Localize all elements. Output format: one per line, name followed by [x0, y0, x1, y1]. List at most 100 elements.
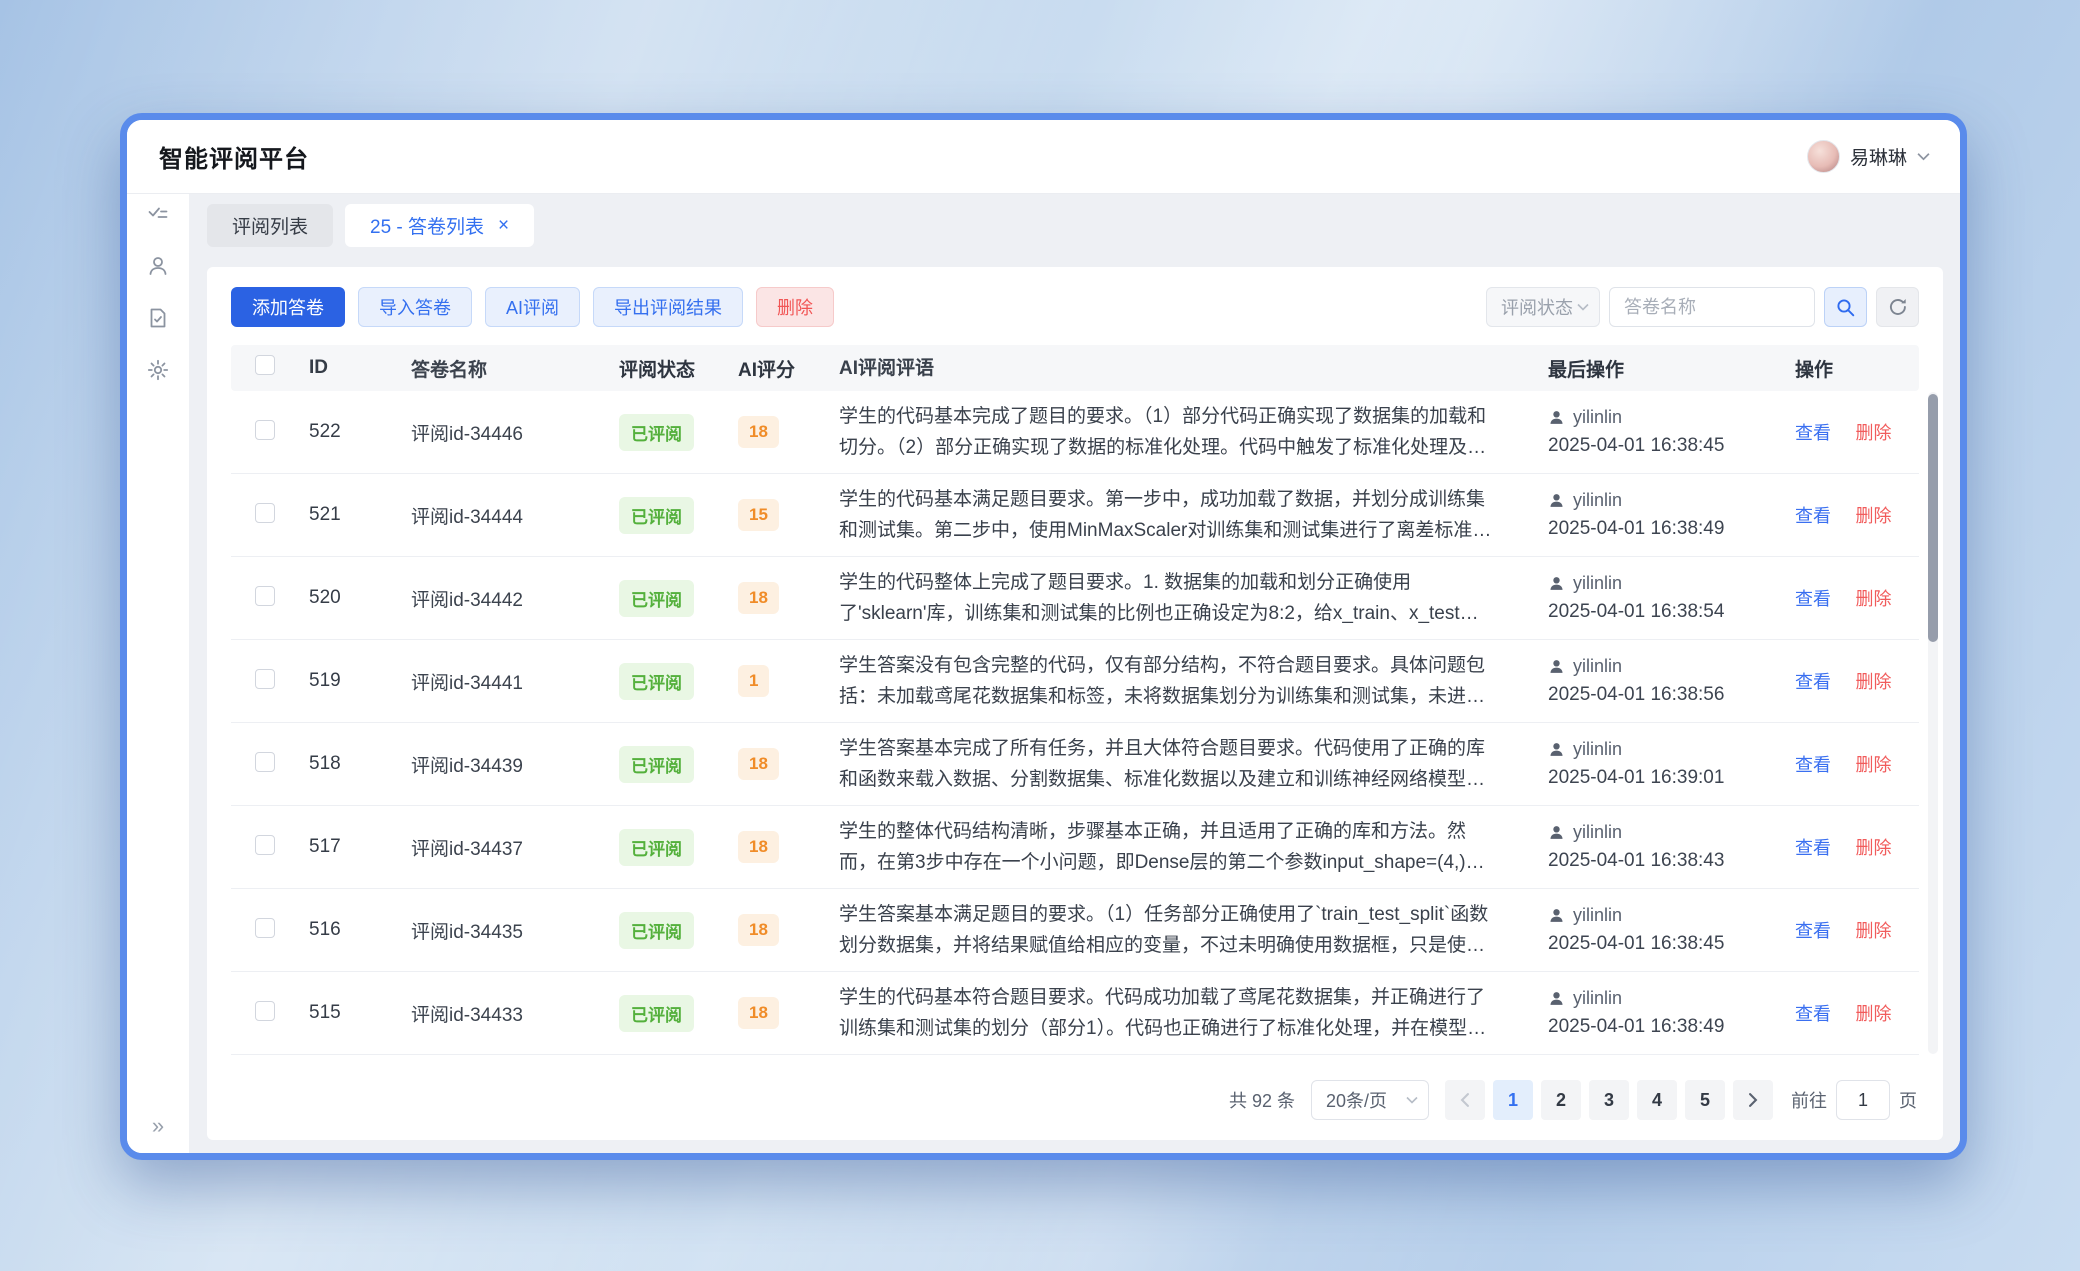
view-link[interactable]: 查看	[1795, 506, 1831, 526]
view-link[interactable]: 查看	[1795, 755, 1831, 775]
import-answer-button[interactable]: 导入答卷	[358, 287, 472, 327]
person-icon	[1548, 409, 1565, 426]
sidebar-collapse-button[interactable]: »	[127, 1113, 189, 1139]
ai-review-button[interactable]: AI评阅	[485, 287, 580, 327]
row-checkbox[interactable]	[255, 420, 275, 440]
row-ai-comment: 学生的代码基本满足题目要求。第一步中，成功加载了数据，并划分成训练集和测试集。第…	[839, 484, 1548, 546]
row-last-operation: yilinlin 2025-04-01 16:38:49	[1548, 988, 1795, 1038]
header-actions: 操作	[1795, 355, 1919, 382]
review-list-icon[interactable]	[127, 202, 189, 226]
person-icon	[1548, 824, 1565, 841]
header-comment: AI评阅评语	[839, 353, 1548, 384]
app-title: 智能评阅平台	[159, 139, 309, 174]
delete-row-link[interactable]: 删除	[1855, 921, 1891, 941]
row-id: 516	[309, 919, 411, 941]
user-name: 易琳琳	[1850, 143, 1907, 170]
operator-name: yilinlin	[1573, 407, 1622, 428]
row-answer-name: 评阅id-34441	[411, 668, 619, 695]
row-checkbox[interactable]	[255, 1001, 275, 1021]
view-link[interactable]: 查看	[1795, 1004, 1831, 1024]
row-ai-comment: 学生的整体代码结构清晰，步骤基本正确，并且适用了正确的库和方法。然而，在第3步中…	[839, 816, 1548, 878]
score-badge: 1	[738, 665, 769, 697]
answer-list-card: 添加答卷 导入答卷 AI评阅 导出评阅结果 删除 评阅状态	[207, 267, 1943, 1140]
tab-answer-list[interactable]: 25 - 答卷列表 ×	[345, 204, 534, 247]
app-window: 智能评阅平台 易琳琳 »	[120, 113, 1967, 1160]
table-scrollbar[interactable]	[1928, 392, 1938, 1054]
delete-row-link[interactable]: 删除	[1855, 838, 1891, 858]
operation-time: 2025-04-01 16:38:56	[1548, 684, 1795, 706]
row-checkbox[interactable]	[255, 918, 275, 938]
delete-row-link[interactable]: 删除	[1855, 672, 1891, 692]
operator-name: yilinlin	[1573, 822, 1622, 843]
table-row: 516 评阅id-34435 已评阅 18 学生答案基本满足题目的要求。（1）任…	[231, 889, 1919, 972]
score-badge: 18	[738, 914, 779, 946]
row-answer-name: 评阅id-34433	[411, 1000, 619, 1027]
view-link[interactable]: 查看	[1795, 423, 1831, 443]
person-icon	[1548, 990, 1565, 1007]
select-all-checkbox[interactable]	[255, 355, 275, 375]
search-button[interactable]	[1824, 287, 1867, 327]
page-button-3[interactable]: 3	[1589, 1080, 1629, 1120]
document-icon[interactable]	[127, 306, 189, 330]
score-badge: 18	[738, 831, 779, 863]
sidebar: »	[127, 194, 189, 1153]
row-last-operation: yilinlin 2025-04-01 16:38:45	[1548, 905, 1795, 955]
status-badge: 已评阅	[619, 414, 694, 451]
tab-answer-list-label: 25 - 答卷列表	[370, 212, 484, 239]
page-size-value: 20条/页	[1326, 1087, 1387, 1113]
status-filter-select[interactable]: 评阅状态	[1486, 287, 1600, 327]
row-ai-comment: 学生答案基本满足题目的要求。（1）任务部分正确使用了`train_test_sp…	[839, 899, 1548, 961]
user-icon[interactable]	[127, 254, 189, 278]
export-results-button[interactable]: 导出评阅结果	[593, 287, 743, 327]
goto-page-input[interactable]	[1836, 1080, 1890, 1120]
tab-review-list[interactable]: 评阅列表	[207, 204, 333, 247]
operation-time: 2025-04-01 16:38:45	[1548, 435, 1795, 457]
row-last-operation: yilinlin 2025-04-01 16:38:43	[1548, 822, 1795, 872]
delete-row-link[interactable]: 删除	[1855, 755, 1891, 775]
refresh-button[interactable]	[1876, 287, 1919, 327]
settings-icon[interactable]	[127, 358, 189, 382]
page-size-select[interactable]: 20条/页	[1311, 1080, 1429, 1120]
table-row: 519 评阅id-34441 已评阅 1 学生答案没有包含完整的代码，仅有部分结…	[231, 640, 1919, 723]
delete-button[interactable]: 删除	[756, 287, 834, 327]
row-id: 517	[309, 836, 411, 858]
row-last-operation: yilinlin 2025-04-01 16:38:56	[1548, 656, 1795, 706]
prev-page-button[interactable]	[1445, 1080, 1485, 1120]
page-button-2[interactable]: 2	[1541, 1080, 1581, 1120]
page-button-4[interactable]: 4	[1637, 1080, 1677, 1120]
row-checkbox[interactable]	[255, 503, 275, 523]
operator-name: yilinlin	[1573, 573, 1622, 594]
row-ai-comment: 学生的代码整体上完成了题目要求。1. 数据集的加载和划分正确使用了'sklear…	[839, 567, 1548, 629]
view-link[interactable]: 查看	[1795, 589, 1831, 609]
row-checkbox[interactable]	[255, 752, 275, 772]
person-icon	[1548, 575, 1565, 592]
operation-time: 2025-04-01 16:38:45	[1548, 933, 1795, 955]
search-input[interactable]	[1609, 287, 1815, 327]
delete-row-link[interactable]: 删除	[1855, 423, 1891, 443]
header-status: 评阅状态	[619, 355, 738, 382]
view-link[interactable]: 查看	[1795, 672, 1831, 692]
delete-row-link[interactable]: 删除	[1855, 589, 1891, 609]
page-button-1[interactable]: 1	[1493, 1080, 1533, 1120]
view-link[interactable]: 查看	[1795, 921, 1831, 941]
operator-name: yilinlin	[1573, 490, 1622, 511]
table-header: ID 答卷名称 评阅状态 AI评分 AI评阅评语 最后操作 操作	[231, 345, 1919, 391]
row-checkbox[interactable]	[255, 835, 275, 855]
user-menu[interactable]: 易琳琳	[1807, 140, 1930, 173]
delete-row-link[interactable]: 删除	[1855, 506, 1891, 526]
status-badge: 已评阅	[619, 995, 694, 1032]
row-ai-comment: 学生的代码基本符合题目要求。代码成功加载了鸢尾花数据集，并正确进行了训练集和测试…	[839, 982, 1548, 1044]
add-answer-button[interactable]: 添加答卷	[231, 287, 345, 327]
titlebar: 智能评阅平台 易琳琳	[127, 120, 1960, 194]
row-id: 518	[309, 753, 411, 775]
row-checkbox[interactable]	[255, 586, 275, 606]
row-id: 515	[309, 1002, 411, 1024]
next-page-button[interactable]	[1733, 1080, 1773, 1120]
delete-row-link[interactable]: 删除	[1855, 1004, 1891, 1024]
view-link[interactable]: 查看	[1795, 838, 1831, 858]
close-icon[interactable]: ×	[498, 216, 509, 235]
row-checkbox[interactable]	[255, 669, 275, 689]
main-content: 评阅列表 25 - 答卷列表 × 添加答卷 导入答卷 AI评阅 导出评阅结果 删…	[189, 194, 1960, 1153]
page-button-5[interactable]: 5	[1685, 1080, 1725, 1120]
scrollbar-thumb[interactable]	[1928, 394, 1938, 642]
